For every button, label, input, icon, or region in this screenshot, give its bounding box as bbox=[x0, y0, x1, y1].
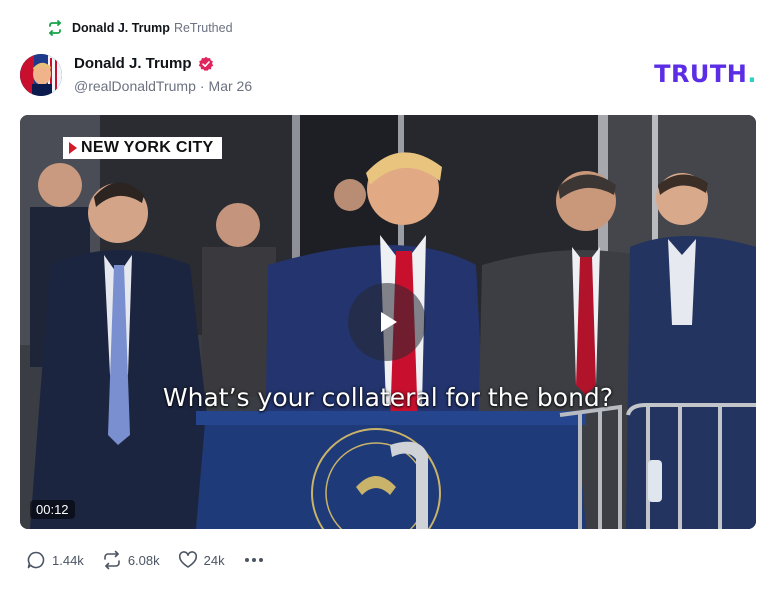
truth-logo-dot: . bbox=[747, 60, 757, 88]
verified-badge-icon bbox=[198, 56, 214, 72]
post-date[interactable]: Mar 26 bbox=[209, 78, 253, 94]
play-icon bbox=[381, 312, 397, 332]
retruth-action-icon bbox=[104, 550, 120, 570]
location-text: NEW YORK CITY bbox=[81, 139, 214, 156]
video-duration: 00:12 bbox=[30, 500, 75, 519]
reply-count: 1.44k bbox=[52, 552, 84, 568]
like-count: 24k bbox=[203, 552, 225, 568]
heart-icon bbox=[178, 551, 197, 568]
retruth-icon bbox=[46, 19, 64, 37]
truth-logo-text: TRUTH bbox=[654, 60, 748, 88]
post-meta: @realDonaldTrump · Mar 26 bbox=[74, 78, 252, 94]
author-handle[interactable]: @realDonaldTrump bbox=[74, 78, 196, 94]
play-button[interactable] bbox=[348, 283, 426, 361]
location-tag: NEW YORK CITY bbox=[63, 137, 222, 159]
meta-separator: · bbox=[199, 78, 205, 94]
retruth-header: Donald J. Trump ReTruthed bbox=[46, 18, 233, 38]
video-player[interactable]: NEW YORK CITY What’s your collateral for… bbox=[20, 115, 756, 529]
like-button[interactable]: 24k bbox=[178, 550, 225, 570]
author-name[interactable]: Donald J. Trump bbox=[74, 55, 192, 72]
video-caption: What’s your collateral for the bond? bbox=[162, 383, 614, 412]
location-arrow-icon bbox=[69, 142, 77, 154]
reply-button[interactable]: 1.44k bbox=[26, 550, 84, 570]
more-icon[interactable] bbox=[243, 558, 263, 562]
truth-logo: TRUTH. bbox=[654, 60, 757, 88]
post-actions: 1.44k 6.08k 24k bbox=[26, 550, 263, 570]
retruth-label: ReTruthed bbox=[173, 21, 233, 35]
retruth-count: 6.08k bbox=[127, 552, 160, 568]
reply-icon bbox=[27, 551, 45, 569]
retruth-user-link[interactable]: Donald J. Trump bbox=[72, 21, 170, 35]
retruth-button[interactable]: 6.08k bbox=[102, 550, 160, 570]
avatar[interactable] bbox=[20, 54, 62, 96]
